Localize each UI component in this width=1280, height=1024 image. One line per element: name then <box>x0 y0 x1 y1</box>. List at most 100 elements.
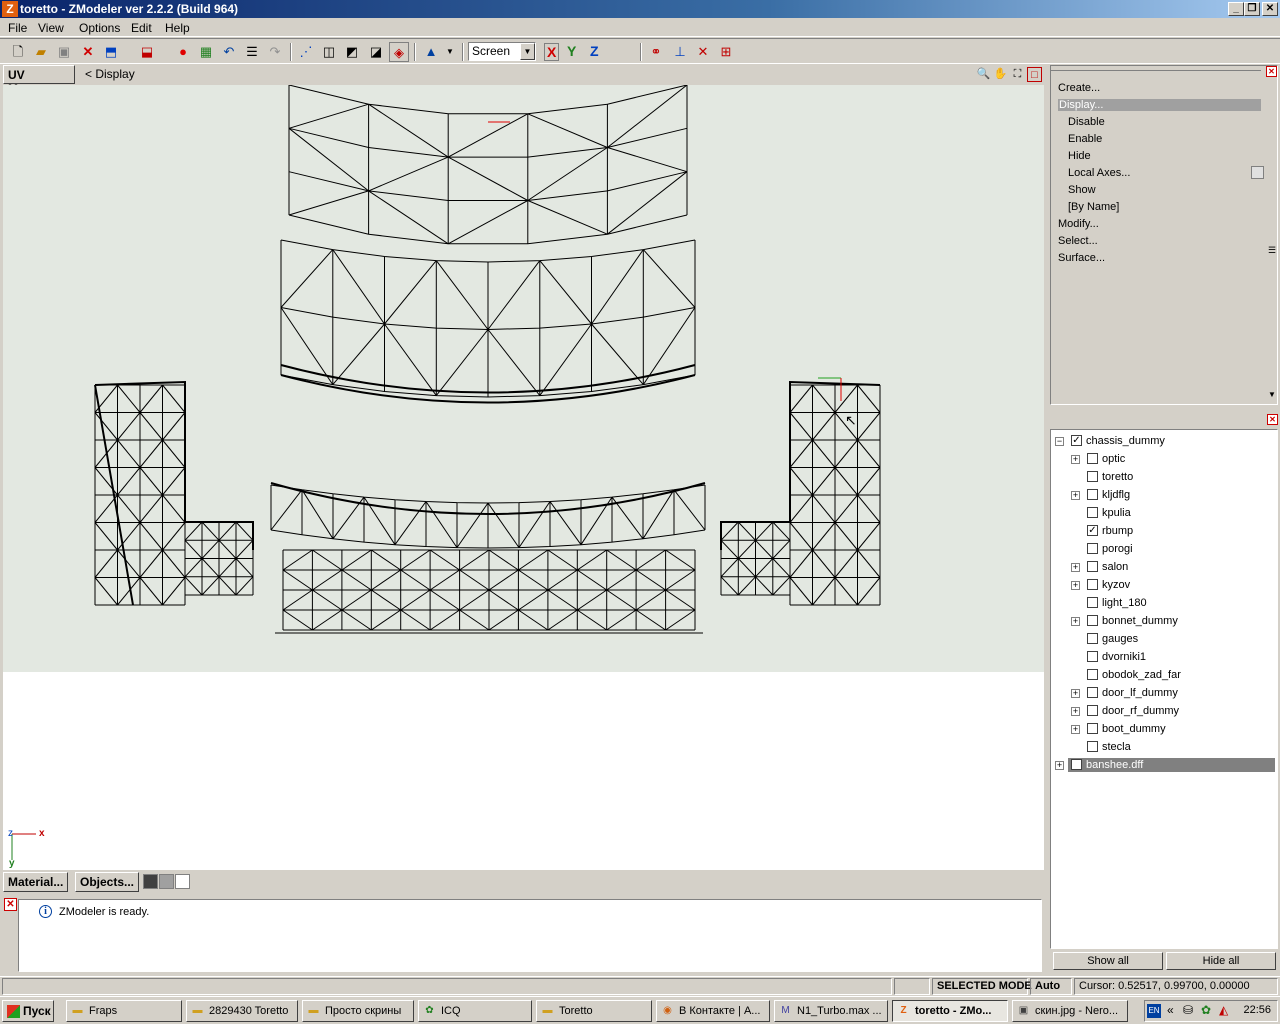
command-item[interactable]: [By Name] <box>1068 201 1119 213</box>
visibility-checkbox[interactable] <box>1087 579 1098 590</box>
objects-button[interactable]: Objects... <box>75 872 140 892</box>
visibility-checkbox[interactable] <box>1087 489 1098 500</box>
tree-node[interactable]: kpulia <box>1051 506 1275 522</box>
new-file-icon[interactable]: 🗋 <box>8 42 28 62</box>
hide-all-button[interactable]: Hide all <box>1166 952 1276 970</box>
minimize-button[interactable]: _ <box>1228 2 1244 16</box>
close-button[interactable]: ✕ <box>1262 2 1278 16</box>
menu-edit[interactable]: Edit <box>131 21 152 35</box>
expand-icon[interactable]: + <box>1071 617 1080 626</box>
menu-view[interactable]: View <box>38 21 64 35</box>
face-mode-icon[interactable]: ◩ <box>342 42 362 62</box>
taskbar-button[interactable]: ▣ скин.jpg - Nero... <box>1012 1000 1128 1022</box>
tree-node[interactable]: gauges <box>1051 632 1275 648</box>
visibility-checkbox[interactable] <box>1087 453 1098 464</box>
save-icon[interactable]: ▣ <box>54 42 74 62</box>
expand-icon[interactable]: + <box>1055 761 1064 770</box>
tree-node[interactable]: toretto <box>1051 470 1275 486</box>
coordinate-system-select[interactable]: Screen ▼ <box>468 42 536 61</box>
open-folder-icon[interactable]: ▰ <box>31 42 51 62</box>
command-item[interactable]: Display... <box>1058 99 1261 111</box>
collapse-icon[interactable]: − <box>1055 437 1064 446</box>
tree-node[interactable]: + boot_dummy <box>1051 722 1275 738</box>
light-swatch[interactable] <box>175 874 190 889</box>
close-log-icon[interactable]: ✕ <box>4 898 17 911</box>
material-button[interactable]: Material... <box>3 872 69 892</box>
command-item[interactable]: Surface... <box>1058 252 1105 264</box>
tree-node[interactable]: stecla <box>1051 740 1275 756</box>
expand-icon[interactable]: + <box>1071 455 1080 464</box>
redo-icon[interactable]: ↷ <box>265 42 285 62</box>
tree-node[interactable]: dvorniki1 <box>1051 650 1275 666</box>
command-item[interactable]: Create... <box>1058 82 1100 94</box>
tray-icq-icon[interactable]: ✿ <box>1201 1003 1211 1017</box>
notes-icon[interactable]: ☰ <box>242 42 262 62</box>
command-option-checkbox[interactable] <box>1251 166 1264 179</box>
axis-z-toggle[interactable]: Z <box>590 43 599 59</box>
visibility-checkbox[interactable] <box>1087 723 1098 734</box>
show-all-button[interactable]: Show all <box>1053 952 1163 970</box>
tree-node[interactable]: + optic <box>1051 452 1275 468</box>
selection-mode-icon[interactable]: ◈ <box>389 42 409 62</box>
visibility-checkbox[interactable] <box>1087 633 1098 644</box>
edge-mode-icon[interactable]: ◫ <box>319 42 339 62</box>
axes-tool-icon[interactable]: ⊥ <box>670 42 690 62</box>
visibility-checkbox[interactable] <box>1087 561 1098 572</box>
close-tree-panel-icon[interactable]: ✕ <box>1267 414 1278 425</box>
axis-y-toggle[interactable]: Y <box>567 43 576 59</box>
import-icon[interactable]: ⬒ <box>101 42 121 62</box>
expand-icon[interactable]: + <box>1071 491 1080 500</box>
tree-node[interactable]: ✓ rbump <box>1051 524 1275 540</box>
tray-antivirus-icon[interactable]: ◭ <box>1219 1003 1228 1017</box>
export-icon[interactable]: ⬓ <box>137 42 157 62</box>
tree-node[interactable]: porogi <box>1051 542 1275 558</box>
dropdown-arrow-icon[interactable]: ▼ <box>520 43 535 60</box>
tray-network-icon[interactable]: ⛁ <box>1183 1003 1193 1017</box>
taskbar-button[interactable]: ◉ В Контакте | A... <box>656 1000 770 1022</box>
taskbar-button[interactable]: Ztoretto - ZMo... <box>892 1000 1008 1022</box>
vertex-mode-icon[interactable]: ⋰ <box>296 42 316 62</box>
expand-icon[interactable]: + <box>1071 707 1080 716</box>
visibility-checkbox[interactable] <box>1087 651 1098 662</box>
visibility-checkbox[interactable] <box>1087 543 1098 554</box>
language-indicator[interactable]: EN <box>1147 1004 1161 1018</box>
taskbar-button[interactable]: M N1_Turbo.max ... <box>774 1000 888 1022</box>
command-item[interactable]: Enable <box>1068 133 1102 145</box>
visibility-checkbox[interactable] <box>1071 759 1082 770</box>
tree-node[interactable]: light_180 <box>1051 596 1275 612</box>
expand-icon[interactable]: + <box>1071 725 1080 734</box>
restore-button[interactable]: ❐ <box>1244 2 1260 16</box>
tray-expand-icon[interactable]: « <box>1167 1003 1174 1017</box>
snap-icon[interactable]: ⚭ <box>646 42 666 62</box>
tree-node[interactable]: + kyzov <box>1051 578 1275 594</box>
chevron-down-icon[interactable]: ▼ <box>440 42 460 62</box>
visibility-checkbox[interactable] <box>1087 597 1098 608</box>
taskbar-button[interactable]: ▬ 2829430 Toretto <box>186 1000 298 1022</box>
command-item[interactable]: Show <box>1068 184 1096 196</box>
expand-icon[interactable]: + <box>1071 581 1080 590</box>
visibility-checkbox[interactable] <box>1087 507 1098 518</box>
zoom-icon[interactable]: 🔍 <box>976 67 991 82</box>
menu-file[interactable]: File <box>8 21 27 35</box>
visibility-checkbox[interactable] <box>1087 741 1098 752</box>
visibility-checkbox[interactable] <box>1087 615 1098 626</box>
mid-swatch[interactable] <box>159 874 174 889</box>
taskbar-button[interactable]: ▬ Toretto <box>536 1000 652 1022</box>
tree-node[interactable]: + bonnet_dummy <box>1051 614 1275 630</box>
taskbar-button[interactable]: ✿ ICQ <box>418 1000 532 1022</box>
menu-help[interactable]: Help <box>165 21 190 35</box>
tree-node[interactable]: + banshee.dff <box>1051 758 1275 774</box>
object-tree[interactable]: − ✓ chassis_dummy + optic toretto + kljdflg kpul… <box>1050 429 1278 949</box>
taskbar-button[interactable]: ▬ Просто скрины <box>302 1000 414 1022</box>
visibility-checkbox[interactable]: ✓ <box>1071 435 1082 446</box>
taskbar-button[interactable]: ▬ Fraps <box>66 1000 182 1022</box>
tree-node[interactable]: obodok_zad_far <box>1051 668 1275 684</box>
menu-options[interactable]: Options <box>79 21 120 35</box>
log-output[interactable]: i ZModeler is ready. <box>18 899 1042 972</box>
expand-icon[interactable]: + <box>1071 689 1080 698</box>
tree-node[interactable]: + door_rf_dummy <box>1051 704 1275 720</box>
visibility-checkbox[interactable] <box>1087 669 1098 680</box>
close-view-icon[interactable]: □ <box>1027 67 1042 82</box>
picture-icon[interactable]: ▦ <box>196 42 216 62</box>
delete-icon[interactable]: ✕ <box>78 42 98 62</box>
